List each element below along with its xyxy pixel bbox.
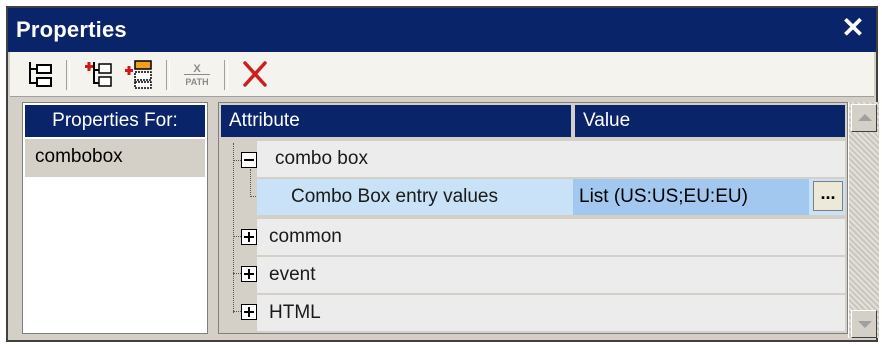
arrow-down-icon <box>858 321 872 328</box>
expand-icon[interactable] <box>241 304 257 320</box>
insert-property-icon <box>85 62 112 87</box>
tree-row-event[interactable]: event <box>257 257 845 293</box>
expand-icon[interactable] <box>241 266 257 282</box>
column-header-attribute[interactable]: Attribute <box>221 105 573 137</box>
xpath-icon: X PATH <box>184 63 210 87</box>
expand-icon[interactable] <box>241 229 257 245</box>
row-label: Combo Box entry values <box>291 186 498 207</box>
collapse-icon[interactable] <box>241 152 257 168</box>
tree-row-html[interactable]: HTML <box>257 295 845 331</box>
close-icon[interactable]: ✕ <box>838 12 868 44</box>
append-property-button[interactable] <box>120 56 158 92</box>
properties-for-pane: Properties For: combobox <box>22 102 208 334</box>
append-property-icon <box>125 60 152 89</box>
row-label: event <box>269 264 316 285</box>
ellipsis-button[interactable]: ... <box>813 181 843 211</box>
toolbar-separator <box>224 60 228 90</box>
tree-row-combo-box-entry-values[interactable]: Combo Box entry values List (US:US;EU:EU… <box>257 179 845 215</box>
toolbar-separator <box>66 60 70 90</box>
tree-line <box>233 143 234 313</box>
row-label: HTML <box>269 302 321 323</box>
scroll-up-button[interactable] <box>851 104 877 132</box>
properties-for-header: Properties For: <box>25 105 205 137</box>
title-bar: Properties ✕ <box>8 8 876 52</box>
tree-line <box>250 169 251 197</box>
xpath-button[interactable]: X PATH <box>178 56 216 92</box>
column-header-value[interactable]: Value <box>575 105 845 137</box>
window-title: Properties <box>16 17 127 42</box>
value-field[interactable]: List (US:US;EU:EU) <box>573 179 809 215</box>
vertical-scrollbar[interactable] <box>848 102 879 338</box>
tree-row-combo-box[interactable]: combo box <box>257 141 845 177</box>
attribute-grid: Attribute Value combo box Combo Box entr… <box>218 102 848 334</box>
delete-icon <box>243 61 267 87</box>
arrow-up-icon <box>858 114 872 121</box>
tree-view-button[interactable] <box>20 56 58 92</box>
tree-row-common[interactable]: common <box>257 219 845 255</box>
row-label: combo box <box>275 148 368 169</box>
delete-button[interactable] <box>236 56 274 92</box>
scroll-down-button[interactable] <box>851 310 877 338</box>
insert-property-button[interactable] <box>78 56 116 92</box>
svg-text:PATH: PATH <box>185 77 208 87</box>
tree-view-icon <box>29 62 52 87</box>
toolbar: X PATH <box>10 52 874 97</box>
list-item-combobox[interactable]: combobox <box>25 139 205 177</box>
toolbar-separator <box>166 60 170 90</box>
svg-text:X: X <box>193 63 201 75</box>
row-label: common <box>269 226 342 247</box>
